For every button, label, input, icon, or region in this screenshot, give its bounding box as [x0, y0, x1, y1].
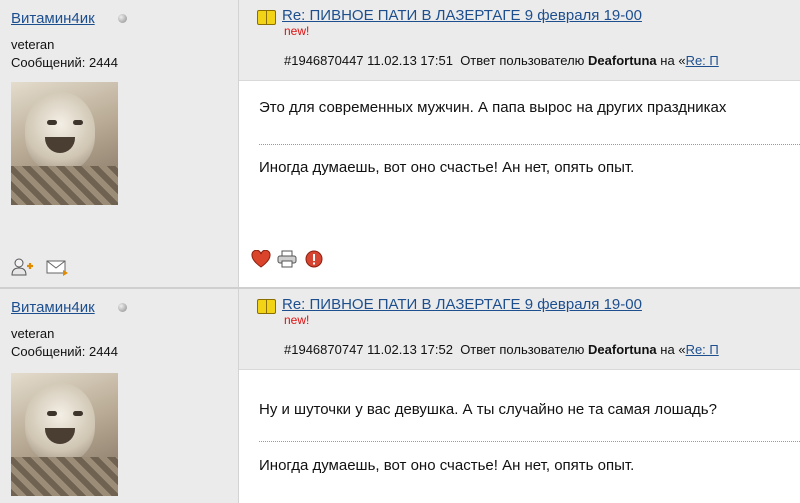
- post-actions: [251, 249, 331, 273]
- post-id[interactable]: #1946870447: [284, 53, 364, 68]
- avatar: [11, 82, 118, 205]
- online-status-icon: [118, 14, 127, 23]
- post-datetime: 11.02.13 17:51: [367, 53, 453, 68]
- topic-book-icon: [257, 299, 276, 314]
- add-friend-icon[interactable]: [11, 258, 35, 276]
- reply-text: Ответ пользователю: [460, 342, 585, 357]
- on-text: на «: [660, 342, 686, 357]
- heart-icon[interactable]: [251, 249, 271, 268]
- message-icon[interactable]: [46, 258, 70, 276]
- post-meta: #1946870747 11.02.13 17:52 Ответ пользов…: [284, 342, 719, 357]
- on-text: на «: [660, 53, 686, 68]
- reply-text: Ответ пользователю: [460, 53, 585, 68]
- report-icon[interactable]: [304, 250, 324, 268]
- reply-user: Deafortuna: [588, 342, 657, 357]
- print-icon[interactable]: [277, 250, 297, 268]
- reply-user: Deafortuna: [588, 53, 657, 68]
- author-message-count: Сообщений: 2444: [11, 55, 118, 70]
- reply-post-link[interactable]: Re: П: [686, 342, 719, 357]
- online-status-icon: [118, 303, 127, 312]
- signature: Иногда думаешь, вот оно счастье! Ан нет,…: [259, 159, 635, 176]
- post-meta: #1946870447 11.02.13 17:51 Ответ пользов…: [284, 53, 719, 68]
- post-title-link[interactable]: Re: ПИВНОЕ ПАТИ В ЛАЗЕРТАГЕ 9 февраля 19…: [282, 7, 642, 24]
- signature-divider: [259, 144, 800, 145]
- post: Витамин4ик veteran Сообщений: 2444 Re: П…: [0, 289, 800, 503]
- post-header: Re: ПИВНОЕ ПАТИ В ЛАЗЕРТАГЕ 9 февраля 19…: [239, 0, 800, 81]
- post-text: Это для современных мужчин. А папа вырос…: [259, 99, 727, 116]
- author-message-count: Сообщений: 2444: [11, 344, 118, 359]
- author-name-link[interactable]: Витамин4ик: [11, 299, 95, 316]
- author-panel: Витамин4ик veteran Сообщений: 2444: [0, 0, 239, 287]
- avatar: [11, 373, 118, 496]
- topic-book-icon: [257, 10, 276, 25]
- author-name-link[interactable]: Витамин4ик: [11, 10, 95, 27]
- post-title-link[interactable]: Re: ПИВНОЕ ПАТИ В ЛАЗЕРТАГЕ 9 февраля 19…: [282, 296, 642, 313]
- new-badge: new!: [284, 313, 310, 327]
- signature: Иногда думаешь, вот оно счастье! Ан нет,…: [259, 457, 635, 474]
- new-badge: new!: [284, 24, 310, 38]
- author-rank: veteran: [11, 326, 55, 341]
- author-panel: Витамин4ик veteran Сообщений: 2444: [0, 289, 239, 503]
- post: Витамин4ик veteran Сообщений: 2444 Re: П…: [0, 0, 800, 287]
- signature-divider: [259, 441, 800, 442]
- author-rank: veteran: [11, 37, 55, 52]
- reply-post-link[interactable]: Re: П: [686, 53, 719, 68]
- post-header: Re: ПИВНОЕ ПАТИ В ЛАЗЕРТАГЕ 9 февраля 19…: [239, 289, 800, 370]
- post-id[interactable]: #1946870747: [284, 342, 364, 357]
- post-text: Ну и шуточки у вас девушка. А ты случайн…: [259, 401, 717, 418]
- post-datetime: 11.02.13 17:52: [367, 342, 453, 357]
